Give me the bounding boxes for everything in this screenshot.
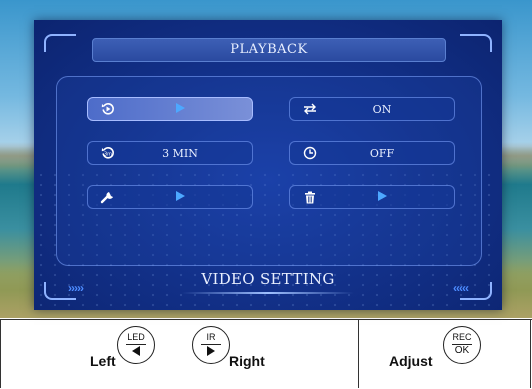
left-arrow-icon bbox=[132, 346, 140, 356]
right-label: Right bbox=[229, 353, 265, 369]
left-label: Left bbox=[90, 353, 116, 369]
wrench-icon bbox=[88, 190, 128, 204]
enter-arrow-icon bbox=[175, 190, 185, 201]
footer-underline bbox=[182, 292, 354, 294]
menu-item-record-duration[interactable]: 3m 3 MIN bbox=[87, 141, 253, 165]
loop-record-icon bbox=[290, 103, 330, 115]
led-left-button[interactable]: LED bbox=[117, 326, 155, 364]
right-arrow-icon bbox=[207, 346, 215, 356]
enter-arrow-icon bbox=[175, 102, 185, 113]
timer-icon bbox=[290, 146, 330, 160]
timer-value: OFF bbox=[369, 146, 395, 160]
svg-text:3m: 3m bbox=[104, 152, 112, 158]
menu-item-tools[interactable] bbox=[87, 185, 253, 209]
playback-icon bbox=[88, 102, 128, 116]
menu-item-playback[interactable] bbox=[87, 97, 253, 121]
corner-bracket-tl bbox=[44, 34, 76, 52]
enter-arrow-icon bbox=[377, 190, 387, 201]
record-duration-value: 3 MIN bbox=[162, 146, 198, 160]
osd-menu-panel: PLAYBACK ON 3m 3 MIN OFF ››››› VIDEO SET… bbox=[34, 20, 502, 310]
menu-title: PLAYBACK bbox=[92, 38, 446, 62]
loop-record-value: ON bbox=[372, 102, 392, 116]
footer-title: VIDEO SETTING bbox=[201, 270, 335, 288]
trash-icon bbox=[290, 191, 330, 204]
legend-cell-navigation bbox=[0, 320, 359, 388]
settings-area: ON 3m 3 MIN OFF bbox=[56, 76, 482, 266]
control-legend: Left LED IR Right Adjust REC OK bbox=[0, 319, 532, 389]
chevrons-right-icon: ‹‹‹‹‹ bbox=[453, 281, 469, 295]
record-duration-icon: 3m bbox=[88, 146, 128, 160]
ir-right-button[interactable]: IR bbox=[192, 326, 230, 364]
menu-item-delete[interactable] bbox=[289, 185, 455, 209]
corner-bracket-tr bbox=[460, 34, 492, 52]
adjust-label: Adjust bbox=[389, 353, 433, 369]
menu-item-timer[interactable]: OFF bbox=[289, 141, 455, 165]
menu-item-loop-record[interactable]: ON bbox=[289, 97, 455, 121]
rec-ok-button[interactable]: REC OK bbox=[443, 326, 481, 364]
